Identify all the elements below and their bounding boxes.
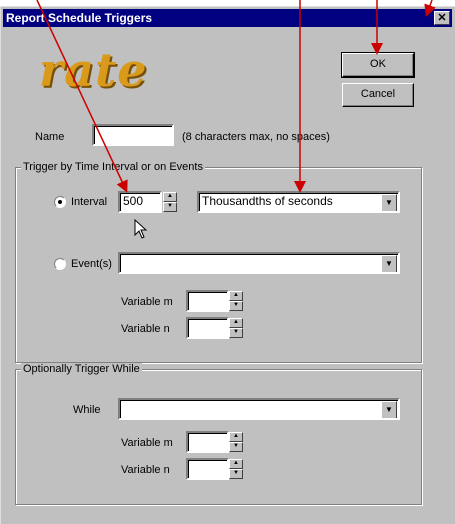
annotation-arrows (36, 0, 436, 193)
annotation-arrow-interval (36, 0, 128, 193)
annotation-arrow-close (424, 0, 436, 17)
